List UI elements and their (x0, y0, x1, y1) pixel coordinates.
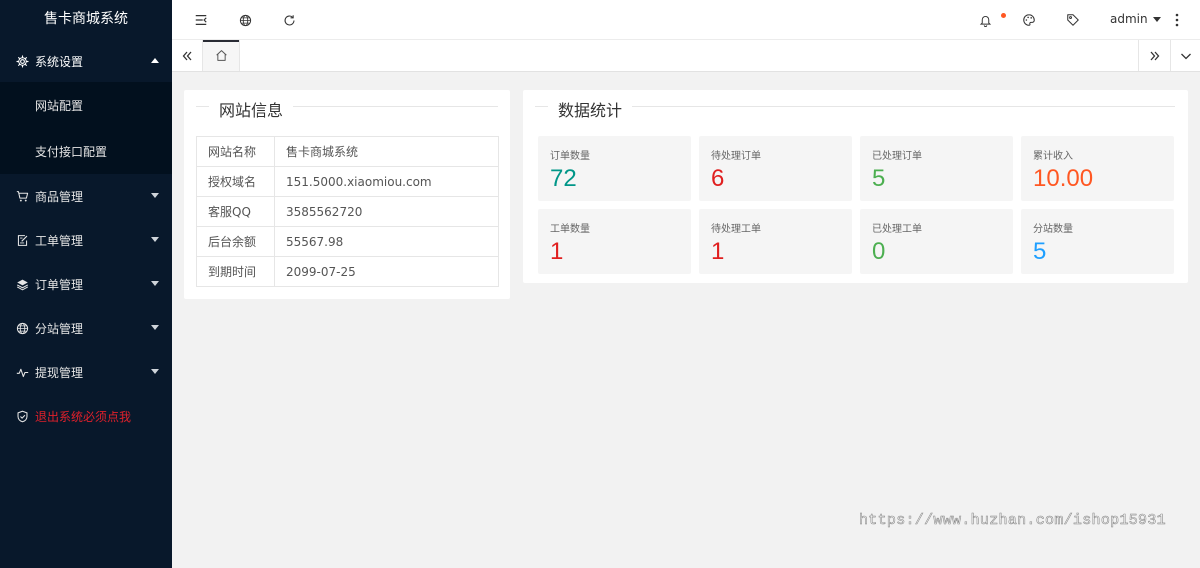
sidebar-item-logout[interactable]: 退出系统必须点我 (0, 394, 172, 438)
sidebar-item-label: 订单管理 (35, 277, 84, 292)
stat-value: 1 (550, 238, 564, 265)
card-header: 数据统计 (523, 90, 1188, 124)
username: admin (1110, 12, 1148, 26)
chevron-down-icon (151, 325, 159, 330)
card-header: 网站信息 (184, 90, 510, 124)
sidebar-item-label: 工单管理 (35, 233, 84, 248)
info-key: 网站名称 (196, 136, 275, 167)
stat-tile: 待处理订单 6 (699, 136, 852, 201)
stat-value: 72 (550, 165, 577, 192)
stat-value: 10.00 (1033, 165, 1094, 192)
stat-tile: 累计收入 10.00 (1021, 136, 1174, 201)
stat-value: 1 (711, 238, 725, 265)
more-vertical-icon[interactable] (1168, 11, 1186, 29)
sidebar-item-label: 退出系统必须点我 (35, 409, 132, 424)
chevron-down-icon (151, 369, 159, 374)
tabs-menu-chevron-down-icon[interactable] (1170, 40, 1200, 71)
tag-icon[interactable] (1064, 11, 1082, 29)
user-menu[interactable]: admin (1110, 12, 1161, 26)
tabs-scroll-right-icon[interactable] (1138, 40, 1170, 71)
sidebar-item-withdrawals[interactable]: 提现管理 (0, 350, 172, 394)
app-logo-title[interactable]: 售卡商城系统 (0, 0, 172, 40)
stat-label: 已处理订单 (872, 151, 922, 162)
stat-value: 6 (711, 165, 725, 192)
notification-dot (1001, 13, 1006, 18)
sidebar-item-substations[interactable]: 分站管理 (0, 306, 172, 350)
table-row: 客服QQ 3585562720 (196, 196, 499, 227)
stat-tile: 分站数量 5 (1021, 209, 1174, 274)
info-key: 客服QQ (196, 196, 275, 227)
table-row: 网站名称 售卡商城系统 (196, 136, 499, 167)
sidebar-item-orders[interactable]: 订单管理 (0, 262, 172, 306)
stat-tile: 已处理工单 0 (860, 209, 1013, 274)
tabs-bar (172, 40, 1200, 72)
caret-down-icon (1152, 16, 1161, 22)
pulse-icon (16, 366, 29, 379)
stat-value: 0 (872, 238, 886, 265)
table-row: 后台余额 55567.98 (196, 226, 499, 257)
stat-tile: 工单数量 1 (538, 209, 691, 274)
stat-label: 已处理工单 (872, 224, 922, 235)
cart-icon (16, 190, 29, 203)
layers-icon (16, 278, 29, 291)
watermark-text: https://www.huzhan.com/ishop15931 (859, 512, 1166, 530)
stat-tile: 待处理工单 1 (699, 209, 852, 274)
gear-icon (16, 54, 29, 68)
tab-home[interactable] (203, 40, 240, 71)
stat-tile: 订单数量 72 (538, 136, 691, 201)
card-title: 网站信息 (209, 97, 294, 121)
info-value: 3585562720 (274, 196, 499, 227)
tabs-scroll-left-icon[interactable] (172, 40, 203, 71)
bell-icon[interactable] (976, 11, 994, 29)
sidebar-item-label: 系统设置 (35, 54, 84, 69)
stats-card: 数据统计 订单数量 72 待处理订单 6 已处理订单 5 累计收入 10.00 工单数量 1 待处理… (523, 90, 1188, 283)
stat-value: 5 (872, 165, 886, 192)
site-info-table: 网站名称 售卡商城系统 授权域名 151.5000.xiaomiou.com 客服QQ 3… (196, 136, 499, 287)
sidebar-item-tickets[interactable]: 工单管理 (0, 218, 172, 262)
refresh-icon[interactable] (280, 11, 298, 29)
palette-icon[interactable] (1020, 11, 1038, 29)
home-icon (215, 49, 228, 62)
shield-icon (16, 410, 29, 423)
stat-label: 待处理订单 (711, 151, 761, 162)
sidebar-item-products[interactable]: 商品管理 (0, 174, 172, 218)
stat-label: 订单数量 (550, 151, 590, 162)
stat-tile: 已处理订单 5 (860, 136, 1013, 201)
info-value: 55567.98 (274, 226, 499, 257)
info-key: 授权域名 (196, 166, 275, 197)
stat-label: 待处理工单 (711, 224, 761, 235)
menu-toggle-icon[interactable] (192, 11, 210, 29)
stat-label: 工单数量 (550, 224, 590, 235)
stat-label: 分站数量 (1033, 224, 1073, 235)
table-row: 授权域名 151.5000.xiaomiou.com (196, 166, 499, 197)
sidebar-submenu: 网站配置 支付接口配置 (0, 82, 172, 174)
stat-value: 5 (1033, 238, 1047, 265)
chevron-down-icon (151, 237, 159, 242)
info-value: 2099-07-25 (274, 256, 499, 287)
sidebar-item-label: 分站管理 (35, 321, 84, 336)
site-info-card: 网站信息 网站名称 售卡商城系统 授权域名 151.5000.xiaomiou.com… (184, 90, 510, 299)
globe-icon[interactable] (236, 11, 254, 29)
table-row: 到期时间 2099-07-25 (196, 256, 499, 287)
sidebar-item-system-settings[interactable]: 系统设置 (0, 40, 172, 82)
active-tab-indicator (203, 40, 239, 42)
chevron-up-icon (151, 58, 159, 63)
chevron-down-icon (151, 193, 159, 198)
info-value: 151.5000.xiaomiou.com (274, 166, 499, 197)
sidebar-item-label: 商品管理 (35, 189, 84, 204)
chevron-down-icon (151, 281, 159, 286)
edit-icon (16, 234, 29, 247)
card-title: 数据统计 (548, 97, 633, 121)
info-key: 后台余额 (196, 226, 275, 257)
sidebar-subitem-site-config[interactable]: 网站配置 (0, 82, 172, 128)
sidebar-subitem-payment-config[interactable]: 支付接口配置 (0, 128, 172, 174)
top-header: admin (172, 0, 1200, 40)
globe-icon (16, 322, 29, 335)
info-value: 售卡商城系统 (274, 136, 499, 167)
stat-label: 累计收入 (1033, 151, 1073, 162)
sidebar-item-label: 提现管理 (35, 365, 84, 380)
sidebar: 售卡商城系统 系统设置 网站配置 支付接口配置 商品管理 工单管理 订单管理 分… (0, 0, 172, 568)
info-key: 到期时间 (196, 256, 275, 287)
